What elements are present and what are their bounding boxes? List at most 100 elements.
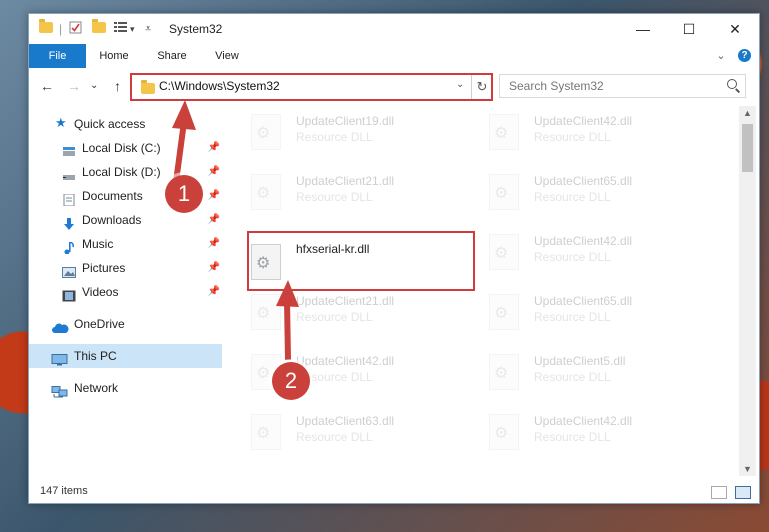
customize-icon[interactable]	[114, 21, 128, 37]
maximize-button[interactable]: ☐	[666, 14, 712, 44]
dll-file-icon	[251, 414, 281, 450]
drive-icon	[62, 166, 76, 180]
sidebar-item-videos[interactable]: Videos 📌	[29, 280, 222, 304]
sidebar-item-label: Network	[74, 381, 119, 395]
scroll-up-icon[interactable]: ▲	[739, 108, 756, 118]
file-name: UpdateClient5.dll	[534, 354, 626, 368]
address-bar[interactable]: C:\Windows\System32 ⌄ ↻	[130, 73, 493, 101]
cloud-icon	[51, 318, 69, 333]
file-item[interactable]: UpdateClient63.dll Resource DLL	[223, 410, 443, 454]
window-title: System32	[169, 22, 223, 36]
pin-icon[interactable]: 📌	[208, 232, 220, 256]
expand-ribbon-icon[interactable]: ⌄	[714, 44, 728, 68]
file-type: Resource DLL	[534, 250, 611, 264]
file-item[interactable]: UpdateClient42.dll Resource DLL	[461, 110, 681, 154]
file-name: UpdateClient42.dll	[534, 114, 633, 128]
file-item[interactable]: UpdateClient21.dll Resource DLL	[223, 170, 443, 214]
file-item[interactable]: UpdateClient65.dll Resource DLL	[461, 170, 681, 214]
file-name: UpdateClient42.dll	[534, 414, 633, 428]
file-name: UpdateClient65.dll	[534, 294, 633, 308]
dll-file-icon	[489, 114, 519, 150]
large-icons-view-icon[interactable]	[735, 486, 751, 499]
tab-view[interactable]: View	[209, 44, 245, 68]
sidebar-item-label: This PC	[74, 349, 117, 363]
scroll-down-icon[interactable]: ▼	[739, 464, 756, 474]
navigation-bar: ← → ⌄ ↑ C:\Windows\System32 ⌄ ↻ Search S…	[29, 68, 759, 104]
sidebar-item-label: Pictures	[82, 261, 126, 275]
title-bar: | ▾ ⩡ System32 — ☐ ✕	[29, 14, 759, 44]
search-input[interactable]: Search System32	[499, 74, 746, 98]
pin-icon[interactable]: 📌	[208, 184, 220, 208]
forward-button[interactable]: →	[67, 78, 81, 94]
sidebar-item-network[interactable]: Network	[29, 376, 222, 400]
explorer-window: | ▾ ⩡ System32 — ☐ ✕ File Home Share Vie…	[28, 13, 760, 504]
file-highlight-box	[247, 231, 475, 291]
pin-icon[interactable]: 📌	[208, 136, 220, 160]
file-item[interactable]: UpdateClient42.dll Resource DLL	[223, 350, 443, 394]
file-name: UpdateClient42.dll	[534, 234, 633, 248]
dll-file-icon	[489, 234, 519, 270]
status-bar: 147 items	[29, 482, 759, 503]
sidebar-item-downloads[interactable]: Downloads 📌	[29, 208, 222, 232]
sidebar-item-label: OneDrive	[74, 317, 125, 331]
file-name: UpdateClient21.dll	[296, 294, 395, 308]
star-icon: ★	[55, 115, 67, 130]
dll-file-icon	[251, 294, 281, 330]
navigation-pane: ★ Quick access Local Disk (C:) 📌 Local D…	[29, 106, 222, 476]
scroll-thumb[interactable]	[742, 124, 753, 172]
refresh-button[interactable]: ↻	[471, 75, 492, 99]
sidebar-item-onedrive[interactable]: OneDrive	[29, 312, 222, 336]
help-icon[interactable]: ?	[738, 49, 751, 62]
close-button[interactable]: ✕	[712, 14, 758, 44]
address-dropdown-icon[interactable]: ⌄	[456, 79, 464, 90]
pin-icon[interactable]: 📌	[208, 280, 220, 304]
file-item[interactable]: UpdateClient21.dll Resource DLL	[223, 290, 443, 334]
file-type: Resource DLL	[296, 430, 373, 444]
sidebar-item-quick-access[interactable]: ★ Quick access	[29, 112, 222, 136]
sidebar-item-pictures[interactable]: Pictures 📌	[29, 256, 222, 280]
file-item[interactable]: UpdateClient42.dll Resource DLL	[461, 410, 681, 454]
minimize-button[interactable]: —	[620, 14, 666, 44]
vertical-scrollbar[interactable]: ▲ ▼	[739, 106, 756, 476]
file-item[interactable]: UpdateClient42.dll Resource DLL	[461, 230, 681, 274]
downloads-icon	[62, 214, 76, 230]
qa-dropdown-icon[interactable]: ▾	[130, 21, 135, 37]
separator: |	[59, 22, 63, 36]
sidebar-item-local-disk-c[interactable]: Local Disk (C:) 📌	[29, 136, 222, 160]
tab-home[interactable]: Home	[95, 44, 133, 68]
file-type: Resource DLL	[534, 310, 611, 324]
pictures-icon	[62, 262, 76, 278]
pin-icon[interactable]: 📌	[208, 256, 220, 280]
callout-2: 2	[272, 362, 310, 400]
sidebar-item-label: Quick access	[74, 117, 146, 131]
sidebar-item-music[interactable]: Music 📌	[29, 232, 222, 256]
pin-icon[interactable]: 📌	[208, 208, 220, 232]
file-item[interactable]: UpdateClient65.dll Resource DLL	[461, 290, 681, 334]
dll-file-icon	[489, 294, 519, 330]
details-view-icon[interactable]	[711, 486, 727, 499]
back-button[interactable]: ←	[40, 78, 54, 94]
properties-icon[interactable]	[69, 21, 82, 37]
sidebar-item-this-pc[interactable]: This PC	[29, 344, 222, 368]
file-item[interactable]: UpdateClient5.dll Resource DLL	[461, 350, 681, 394]
tab-file[interactable]: File	[29, 44, 86, 68]
dll-file-icon	[489, 174, 519, 210]
file-name: UpdateClient42.dll	[296, 354, 395, 368]
file-type: Resource DLL	[296, 310, 373, 324]
file-type: Resource DLL	[534, 190, 611, 204]
drive-icon	[62, 142, 76, 156]
up-button[interactable]: ↑	[114, 78, 121, 94]
address-text[interactable]: C:\Windows\System32	[159, 79, 280, 93]
new-folder-icon[interactable]	[92, 19, 106, 37]
search-icon[interactable]	[727, 79, 737, 89]
pin-icon[interactable]: 📌	[208, 160, 220, 184]
tab-share[interactable]: Share	[153, 44, 191, 68]
item-count: 147 items	[40, 485, 88, 497]
file-item[interactable]: UpdateClient19.dll Resource DLL	[223, 110, 443, 154]
sidebar-item-label: Local Disk (D:)	[82, 165, 161, 179]
recent-locations-button[interactable]: ⌄	[90, 80, 98, 91]
dll-file-icon	[489, 414, 519, 450]
qa-customize-icon[interactable]: ⩡	[145, 21, 151, 37]
sidebar-item-label: Videos	[82, 285, 119, 299]
sidebar-item-label: Music	[82, 237, 114, 251]
